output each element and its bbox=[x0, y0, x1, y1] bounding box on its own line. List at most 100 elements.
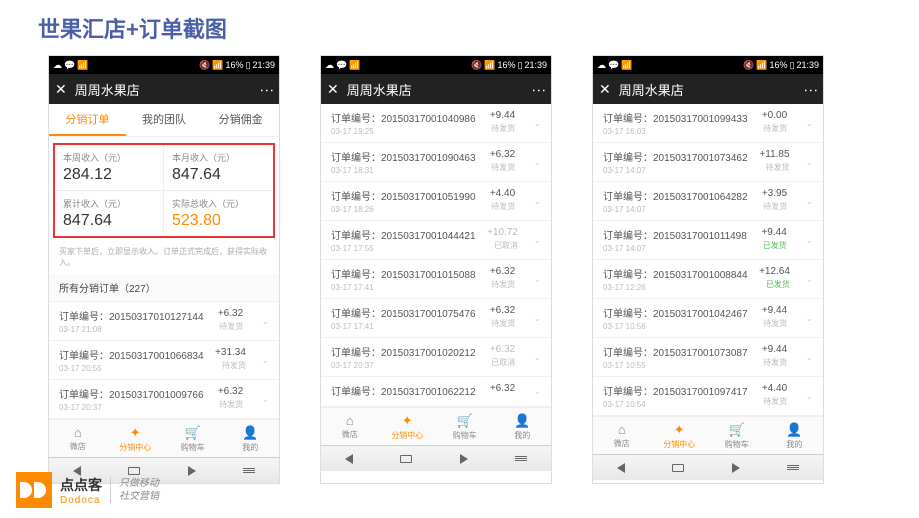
nav-me[interactable]: 👤我的 bbox=[766, 417, 824, 454]
order-time: 03-17 10:56 bbox=[603, 322, 748, 331]
clock-text: 21:39 bbox=[796, 60, 819, 70]
order-id: 订单编号：20150317001064282 bbox=[603, 188, 748, 203]
nav-me[interactable]: 👤我的 bbox=[494, 408, 552, 445]
home-key[interactable] bbox=[672, 464, 684, 472]
close-icon[interactable]: ✕ bbox=[55, 81, 67, 98]
order-row[interactable]: 订单编号：2015031700109943303-17 16:03+0.00待发… bbox=[593, 104, 823, 143]
wechat-icon: 💬 bbox=[336, 60, 347, 71]
order-row[interactable]: 订单编号：2015031700100884403-17 12:26+12.64已… bbox=[593, 260, 823, 299]
order-id: 订单编号：20150317001015088 bbox=[331, 266, 476, 281]
nav-cart[interactable]: 🛒购物车 bbox=[436, 408, 494, 445]
order-id: 订单编号：20150317001066834 bbox=[59, 347, 204, 362]
nav-shop[interactable]: ⌂微店 bbox=[49, 420, 107, 457]
nav-cart[interactable]: 🛒购物车 bbox=[164, 420, 222, 457]
order-row[interactable]: 订单编号：2015031700109046303-17 18:31+6.32待发… bbox=[321, 143, 551, 182]
status-bar: ☁💬📶 🔇📶16%▯21:39 bbox=[593, 56, 823, 74]
order-status: 待发货 bbox=[490, 279, 515, 290]
tab-orders[interactable]: 分销订单 bbox=[49, 104, 126, 136]
order-row[interactable]: 订单编号：2015031700105199003-17 18:26+4.40待发… bbox=[321, 182, 551, 221]
android-nav-keys bbox=[593, 454, 823, 480]
order-row[interactable]: 订单编号：2015031700100976603-17 20:37+6.32待发… bbox=[49, 380, 279, 419]
order-list: 订单编号：2015031700104098603-17 19:25+9.44待发… bbox=[321, 104, 551, 407]
order-row[interactable]: 订单编号：2015031700104246703-17 10:56+9.44待发… bbox=[593, 299, 823, 338]
order-status: 待发货 bbox=[218, 399, 243, 410]
nav-center[interactable]: ✦分销中心 bbox=[379, 408, 437, 445]
order-row[interactable]: 订单编号：20150317001062212+6.32⌄ bbox=[321, 377, 551, 407]
home-key[interactable] bbox=[400, 455, 412, 463]
order-time: 03-17 18:26 bbox=[331, 205, 476, 214]
nav-cart[interactable]: 🛒购物车 bbox=[708, 417, 766, 454]
order-row[interactable]: 订单编号：2015031700107308703-17 10:55+9.44待发… bbox=[593, 338, 823, 377]
wifi-icon: 📶 bbox=[756, 60, 767, 71]
order-list: 订单编号：2015031700109943303-17 16:03+0.00待发… bbox=[593, 104, 823, 416]
more-icon[interactable]: ⋮ bbox=[803, 83, 820, 95]
tab-team[interactable]: 我的团队 bbox=[126, 104, 203, 136]
more-icon[interactable]: ⋮ bbox=[259, 83, 276, 95]
order-row[interactable]: 订单编号：2015031700106428203-17 14:07+3.95待发… bbox=[593, 182, 823, 221]
order-status: 待发货 bbox=[762, 201, 787, 212]
chevron-down-icon: ⌄ bbox=[805, 196, 813, 207]
nav-center[interactable]: ✦分销中心 bbox=[651, 417, 709, 454]
close-icon[interactable]: ✕ bbox=[599, 81, 611, 98]
order-id: 订单编号：20150317001090463 bbox=[331, 149, 476, 164]
phone-screenshots: ☁💬📶 🔇📶16%▯21:39 ✕ 周周水果店 ⋮ 分销订单 我的团队 分销佣金… bbox=[48, 55, 824, 484]
nav-shop[interactable]: ⌂微店 bbox=[593, 417, 651, 454]
order-time: 03-17 14:07 bbox=[603, 166, 748, 175]
stats-box: 本周收入（元） 284.12 本月收入（元） 847.64 累计收入（元） 84… bbox=[53, 143, 275, 238]
order-amount: +11.85 bbox=[759, 149, 789, 160]
back-key[interactable] bbox=[617, 463, 625, 473]
tab-commission[interactable]: 分销佣金 bbox=[202, 104, 279, 136]
battery-text: 16% bbox=[770, 60, 788, 70]
order-row[interactable]: 订单编号：2015031700104098603-17 19:25+9.44待发… bbox=[321, 104, 551, 143]
app-bar: ✕ 周周水果店 ⋮ bbox=[49, 74, 279, 104]
order-status: 待发货 bbox=[762, 396, 787, 407]
order-time: 03-17 20:37 bbox=[331, 361, 476, 370]
wechat-icon: 💬 bbox=[608, 60, 619, 71]
stat-value: 847.64 bbox=[172, 166, 265, 184]
stat-month: 本月收入（元） 847.64 bbox=[164, 145, 273, 191]
nav-center[interactable]: ✦分销中心 bbox=[107, 420, 165, 457]
order-row[interactable]: 订单编号：2015031700107346203-17 14:07+11.85待… bbox=[593, 143, 823, 182]
menu-key[interactable] bbox=[787, 465, 799, 470]
order-row[interactable]: 订单编号：2015031700107547603-17 17:41+6.32待发… bbox=[321, 299, 551, 338]
cloud-icon: ☁ bbox=[597, 60, 606, 71]
back-key[interactable] bbox=[345, 454, 353, 464]
chevron-down-icon: ⌄ bbox=[533, 274, 541, 285]
order-amount: +9.44 bbox=[761, 227, 786, 238]
battery-text: 16% bbox=[226, 60, 244, 70]
order-status: 已发货 bbox=[759, 279, 790, 290]
chevron-down-icon: ⌄ bbox=[533, 235, 541, 246]
app-bar: ✕ 周周水果店 ⋮ bbox=[593, 74, 823, 104]
chevron-down-icon: ⌄ bbox=[805, 157, 813, 168]
forward-key[interactable] bbox=[732, 463, 740, 473]
forward-key[interactable] bbox=[460, 454, 468, 464]
order-amount: +4.40 bbox=[490, 188, 515, 199]
nav-shop[interactable]: ⌂微店 bbox=[321, 408, 379, 445]
stat-label: 本月收入（元） bbox=[172, 151, 265, 164]
order-id: 订单编号：20150317001097417 bbox=[603, 383, 748, 398]
chevron-down-icon: ⌄ bbox=[261, 316, 269, 327]
order-row[interactable]: 订单编号：2015031700102021203-17 20:37+6.32已取… bbox=[321, 338, 551, 377]
order-row[interactable]: 订单编号：2015031701012714403-17 21:08+6.32待发… bbox=[49, 302, 279, 341]
order-id: 订单编号：20150317001009766 bbox=[59, 386, 204, 401]
order-row[interactable]: 订单编号：2015031700109741703-17 10:54+4.40待发… bbox=[593, 377, 823, 416]
star-icon: ✦ bbox=[130, 425, 141, 441]
close-icon[interactable]: ✕ bbox=[327, 81, 339, 98]
logo-mark bbox=[16, 472, 52, 508]
order-row[interactable]: 订单编号：2015031700101508803-17 17:41+6.32待发… bbox=[321, 260, 551, 299]
order-amount: +3.95 bbox=[762, 188, 787, 199]
order-status: 待发货 bbox=[762, 357, 787, 368]
order-row[interactable]: 订单编号：2015031700104442103-17 17:55+10.72已… bbox=[321, 221, 551, 260]
menu-key[interactable] bbox=[243, 468, 255, 473]
order-row[interactable]: 订单编号：2015031700101149803-17 14:07+9.44已发… bbox=[593, 221, 823, 260]
order-id: 订单编号：20150317001099433 bbox=[603, 110, 748, 125]
section-header[interactable]: 所有分销订单（227） bbox=[49, 274, 279, 302]
forward-key[interactable] bbox=[188, 466, 196, 476]
order-time: 03-17 17:55 bbox=[331, 244, 476, 253]
order-row[interactable]: 订单编号：2015031700106683403-17 20:55+31.34待… bbox=[49, 341, 279, 380]
more-icon[interactable]: ⋮ bbox=[531, 83, 548, 95]
menu-key[interactable] bbox=[515, 456, 527, 461]
cart-icon: 🛒 bbox=[457, 413, 473, 429]
stat-total: 累计收入（元） 847.64 bbox=[55, 191, 164, 236]
nav-me[interactable]: 👤我的 bbox=[222, 420, 280, 457]
